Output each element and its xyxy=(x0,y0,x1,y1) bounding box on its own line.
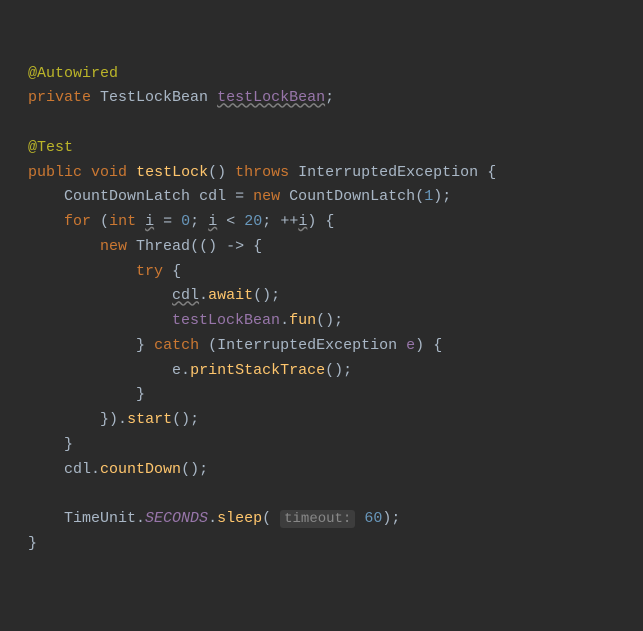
var-cdl: cdl xyxy=(64,461,91,478)
number: 20 xyxy=(244,213,262,230)
arrow: -> xyxy=(226,238,244,255)
semicolon: ; xyxy=(325,89,334,106)
var-i: i xyxy=(208,213,217,230)
keyword-private: private xyxy=(28,89,91,106)
field-decl: testLockBean xyxy=(217,89,325,106)
var-i: i xyxy=(145,213,154,230)
lparen: ( xyxy=(415,188,424,205)
dot: . xyxy=(199,287,208,304)
method-call: await xyxy=(208,287,253,304)
var-i: i xyxy=(298,213,307,230)
semicolon: ; xyxy=(442,188,451,205)
number: 60 xyxy=(364,510,382,527)
lambda-params: () xyxy=(199,238,217,255)
keyword-new: new xyxy=(253,188,280,205)
var-e: e xyxy=(406,337,415,354)
keyword-public: public xyxy=(28,164,82,181)
type: Thread xyxy=(136,238,190,255)
rparen: ) xyxy=(307,213,316,230)
paren: () xyxy=(172,411,190,428)
field-ref: testLockBean xyxy=(172,312,280,329)
brace: { xyxy=(253,238,262,255)
method-name: testLock xyxy=(136,164,208,181)
semicolon: ; xyxy=(262,213,271,230)
keyword-for: for xyxy=(64,213,91,230)
type: CountDownLatch xyxy=(64,188,190,205)
lparen: ( xyxy=(100,213,109,230)
method-call: printStackTrace xyxy=(190,362,325,379)
rbrace: } xyxy=(136,386,145,403)
rparen: ) xyxy=(109,411,118,428)
annotation: @Test xyxy=(28,139,73,156)
paren: () xyxy=(208,164,226,181)
rparen: ) xyxy=(433,188,442,205)
type: CountDownLatch xyxy=(289,188,415,205)
number: 0 xyxy=(181,213,190,230)
dot: . xyxy=(181,362,190,379)
eq: = xyxy=(235,188,244,205)
type: TimeUnit xyxy=(64,510,136,527)
method-call: sleep xyxy=(217,510,262,527)
lparen: ( xyxy=(208,337,217,354)
lparen: ( xyxy=(190,238,199,255)
param-hint: timeout: xyxy=(280,510,355,528)
semicolon: ; xyxy=(334,312,343,329)
brace: { xyxy=(325,213,334,230)
number: 1 xyxy=(424,188,433,205)
method-call: fun xyxy=(289,312,316,329)
var-e: e xyxy=(172,362,181,379)
dot: . xyxy=(208,510,217,527)
brace: { xyxy=(487,164,496,181)
eq: = xyxy=(163,213,172,230)
method-call: start xyxy=(127,411,172,428)
semicolon: ; xyxy=(271,287,280,304)
semicolon: ; xyxy=(199,461,208,478)
rbrace: } xyxy=(28,535,37,552)
keyword-throws: throws xyxy=(235,164,289,181)
paren: () xyxy=(253,287,271,304)
exception-type: InterruptedException xyxy=(217,337,397,354)
code-editor[interactable]: @Autowired private TestLockBean testLock… xyxy=(28,62,643,557)
keyword-catch: catch xyxy=(154,337,199,354)
dot: . xyxy=(280,312,289,329)
semicolon: ; xyxy=(391,510,400,527)
rbrace: } xyxy=(136,337,145,354)
semicolon: ; xyxy=(190,411,199,428)
static-field: SECONDS xyxy=(145,510,208,527)
rparen: ) xyxy=(415,337,424,354)
keyword-try: try xyxy=(136,263,163,280)
lparen: ( xyxy=(262,510,271,527)
paren: () xyxy=(181,461,199,478)
inc: ++ xyxy=(280,213,298,230)
rbrace: } xyxy=(100,411,109,428)
var-cdl: cdl xyxy=(172,287,199,304)
lt: < xyxy=(226,213,235,230)
dot: . xyxy=(91,461,100,478)
keyword-void: void xyxy=(91,164,127,181)
paren: () xyxy=(325,362,343,379)
keyword-new: new xyxy=(100,238,127,255)
brace: { xyxy=(433,337,442,354)
method-call: countDown xyxy=(100,461,181,478)
space xyxy=(355,510,364,527)
dot: . xyxy=(118,411,127,428)
exception-type: InterruptedException xyxy=(298,164,478,181)
paren: () xyxy=(316,312,334,329)
dot: . xyxy=(136,510,145,527)
rbrace: } xyxy=(64,436,73,453)
brace: { xyxy=(172,263,181,280)
semicolon: ; xyxy=(343,362,352,379)
type: TestLockBean xyxy=(100,89,208,106)
semicolon: ; xyxy=(190,213,199,230)
annotation: @Autowired xyxy=(28,65,118,82)
var: cdl xyxy=(199,188,226,205)
keyword-int: int xyxy=(109,213,136,230)
